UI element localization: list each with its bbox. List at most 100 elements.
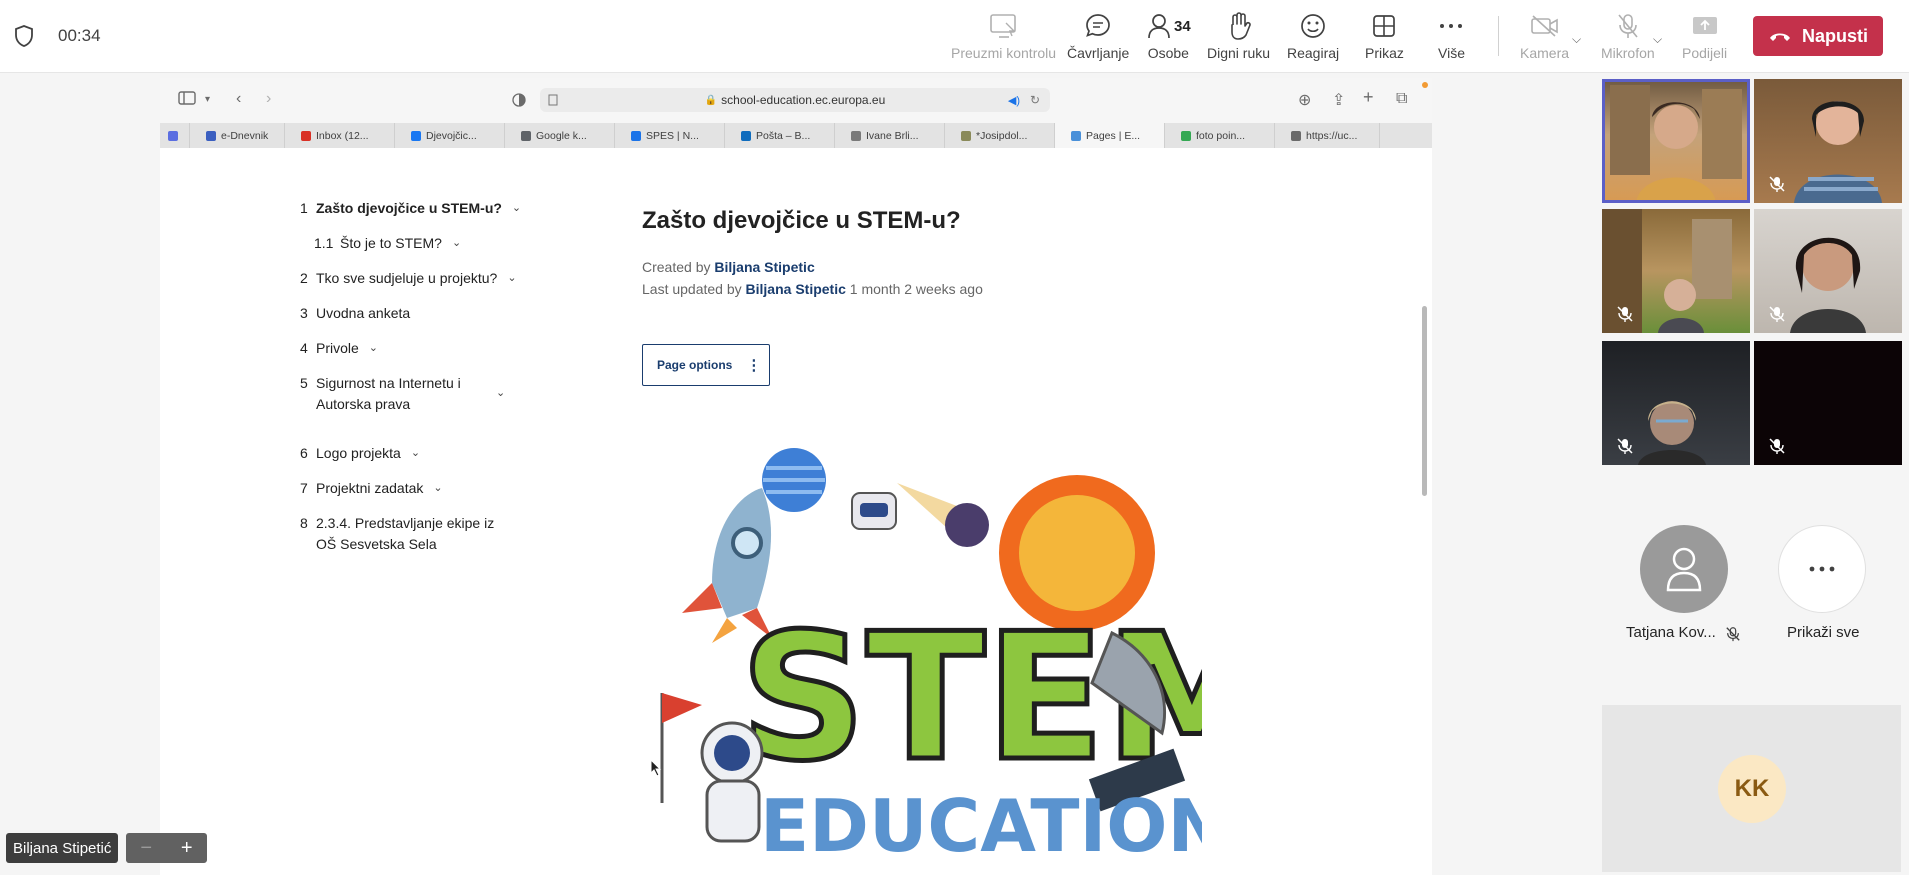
person-icon xyxy=(1666,547,1702,592)
leave-button[interactable]: Napusti xyxy=(1753,16,1883,56)
participant-video-tile[interactable] xyxy=(1602,341,1750,465)
browser-tab[interactable]: Pošta – B... xyxy=(725,123,835,148)
chevron-down-icon[interactable]: ⌄ xyxy=(411,443,420,464)
browser-tab[interactable]: https://uc... xyxy=(1275,123,1380,148)
take-control-icon xyxy=(989,14,1016,38)
tab-favicon-icon xyxy=(521,130,531,141)
chevron-down-icon[interactable]: ⌄ xyxy=(512,198,521,219)
education-text: EDUCATION xyxy=(760,784,1202,868)
mic-off-icon xyxy=(1769,306,1785,322)
chevron-down-icon[interactable]: ⌄ xyxy=(496,383,505,404)
participant-avatar[interactable] xyxy=(1640,525,1728,613)
tab-favicon-icon xyxy=(1291,130,1301,141)
tab-favicon-icon xyxy=(1181,130,1191,141)
show-all-button[interactable] xyxy=(1778,525,1866,613)
toc-item[interactable]: 5 Sigurnost na Internetu i Autorska prava ⌄ xyxy=(300,373,505,415)
take-control-button[interactable]: Preuzmi kontrolu xyxy=(951,10,1056,66)
page-title: Zašto djevojčice u STEM-u? xyxy=(642,207,961,234)
download-icon[interactable]: ⊕ xyxy=(1298,90,1311,110)
stem-education-image: STEM EDUCATION xyxy=(660,448,1202,868)
participant-video-tile[interactable] xyxy=(1754,79,1902,203)
toc-item[interactable]: 3 Uvodna anketa xyxy=(300,303,410,324)
mic-button[interactable]: Mikrofon xyxy=(1601,10,1655,66)
url-bar[interactable]: 🔒 school-education.ec.europa.eu ◀) ↻ xyxy=(540,88,1050,112)
browser-tab-strip: e-Dnevnik Inbox (12... Djevojčic... Google … xyxy=(160,123,1432,148)
chevron-down-icon[interactable]: ▾ xyxy=(205,94,210,105)
mic-off-icon xyxy=(1618,14,1638,38)
toc-item[interactable]: 2 Tko sve sudjeluje u projektu? ⌄ xyxy=(300,268,517,289)
tab-favicon-icon xyxy=(206,130,216,141)
author-link[interactable]: Biljana Stipetic xyxy=(714,259,814,275)
chevron-down-icon[interactable]: ⌄ xyxy=(433,478,442,499)
chevron-down-icon[interactable]: ⌄ xyxy=(452,233,461,254)
participant-video-tile[interactable] xyxy=(1602,79,1750,203)
mic-off-icon xyxy=(1769,438,1785,454)
editor-link[interactable]: Biljana Stipetic xyxy=(746,281,846,297)
tab-favicon-icon xyxy=(301,130,311,141)
participant-video-tile[interactable] xyxy=(1754,341,1902,465)
browser-tab[interactable]: Google k... xyxy=(505,123,615,148)
toc-item[interactable]: 1.1 Što je to STEM? ⌄ xyxy=(314,233,461,254)
tab-overview-icon[interactable]: ⧉ xyxy=(1396,90,1407,108)
participant-video-tile[interactable] xyxy=(1602,209,1750,333)
chat-button[interactable]: Čavrljanje xyxy=(1067,10,1129,66)
people-icon xyxy=(1148,14,1170,39)
back-icon[interactable]: ‹ xyxy=(236,90,241,108)
mic-off-icon xyxy=(1726,627,1740,642)
toc-item[interactable]: 8 2.3.4. Predstavljanje ekipe iz OŠ Sesvet… xyxy=(300,513,494,555)
chevron-down-icon[interactable]: ⌵ xyxy=(1572,32,1581,47)
browser-tab[interactable]: Ivane Brli... xyxy=(835,123,945,148)
smile-icon xyxy=(1301,14,1325,38)
robot-icon xyxy=(851,492,897,530)
participant-video-tile[interactable] xyxy=(1754,209,1902,333)
toc-item[interactable]: 4 Privole ⌄ xyxy=(300,338,378,359)
share-button[interactable]: Podijeli xyxy=(1682,10,1727,66)
self-view-tile[interactable]: KK xyxy=(1602,705,1901,872)
react-button[interactable]: Reagiraj xyxy=(1287,10,1339,66)
more-button[interactable]: Više xyxy=(1438,10,1465,66)
grid-view-icon xyxy=(1373,15,1396,37)
people-button[interactable]: 34 Osobe xyxy=(1146,10,1191,66)
tab-favicon-icon xyxy=(851,130,861,141)
browser-tab[interactable]: Djevojčic... xyxy=(395,123,505,148)
chevron-down-icon[interactable]: ⌄ xyxy=(507,268,516,289)
browser-tab[interactable]: foto poin... xyxy=(1165,123,1275,148)
mic-off-icon xyxy=(1617,438,1633,454)
browser-tab[interactable]: Inbox (12... xyxy=(285,123,395,148)
toc-item[interactable]: 7 Projektni zadatak ⌄ xyxy=(300,478,443,499)
tab-label: Google k... xyxy=(536,129,587,142)
audio-icon[interactable]: ◀) xyxy=(1008,94,1020,107)
browser-tab[interactable]: SPES | N... xyxy=(615,123,725,148)
view-button[interactable]: Prikaz xyxy=(1365,10,1404,66)
toc-item[interactable]: 6 Logo projekta ⌄ xyxy=(300,443,420,464)
raise-hand-button[interactable]: Digni ruku xyxy=(1207,10,1270,66)
tab-label: https://uc... xyxy=(1306,129,1358,142)
zoom-in-button[interactable]: + xyxy=(181,837,193,860)
tab-label: Pošta – B... xyxy=(756,129,811,142)
url-text: school-education.ec.europa.eu xyxy=(721,93,886,107)
raise-hand-icon xyxy=(1230,12,1251,40)
people-count: 34 xyxy=(1174,17,1191,35)
new-tab-icon[interactable]: + xyxy=(1363,87,1374,108)
page-options-button[interactable]: Page options ⋮ xyxy=(642,344,770,386)
forward-icon[interactable]: › xyxy=(266,90,271,108)
browser-tab[interactable]: e-Dnevnik xyxy=(190,123,285,148)
camera-button[interactable]: Kamera xyxy=(1520,10,1569,66)
toc-item[interactable]: 1 Zašto djevojčice u STEM-u? ⌄ xyxy=(300,198,521,219)
scrollbar-thumb[interactable] xyxy=(1422,306,1427,496)
sidebar-toggle-icon[interactable] xyxy=(178,90,196,106)
zoom-out-button[interactable]: − xyxy=(140,837,152,860)
meeting-toolbar: 00:34 Preuzmi kontrolu Čavrljanje 34 Oso… xyxy=(0,0,1909,73)
privacy-shield-icon[interactable] xyxy=(512,93,526,107)
reload-icon[interactable]: ↻ xyxy=(1030,93,1040,107)
pinned-tab[interactable] xyxy=(160,123,190,148)
chevron-down-icon[interactable]: ⌄ xyxy=(369,338,378,359)
share-icon[interactable]: ⇪ xyxy=(1332,90,1345,110)
chevron-down-icon[interactable]: ⌵ xyxy=(1653,32,1662,47)
mic-off-icon xyxy=(1769,176,1785,192)
browser-tab[interactable]: Pages | E... xyxy=(1055,123,1165,148)
browser-tab[interactable]: *Josipdol... xyxy=(945,123,1055,148)
mouse-cursor-icon xyxy=(650,759,662,777)
created-by: Created by Biljana Stipetic xyxy=(642,259,815,275)
tab-label: *Josipdol... xyxy=(976,129,1028,142)
